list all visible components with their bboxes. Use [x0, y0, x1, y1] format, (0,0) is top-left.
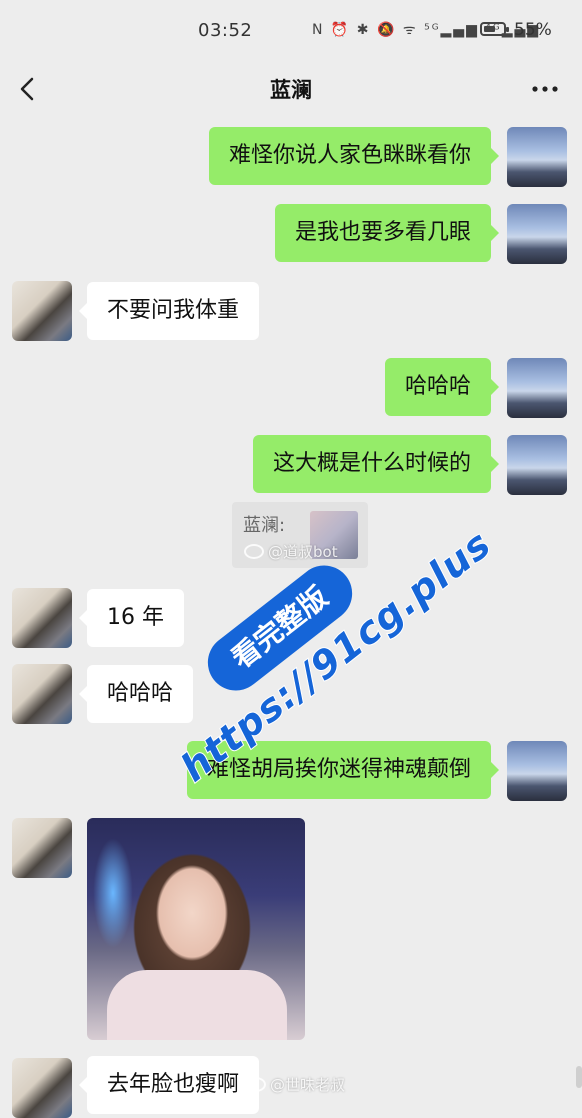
message-bubble-received[interactable]: 不要问我体重	[78, 282, 260, 340]
message-bubble-sent[interactable]: 是我也要多看几眼	[274, 204, 500, 262]
quote-sender: 蓝澜:	[243, 515, 286, 536]
contact-avatar[interactable]	[12, 281, 72, 341]
my-avatar[interactable]	[507, 204, 567, 264]
battery-icon	[480, 22, 509, 36]
message-bubble-sent[interactable]: 哈哈哈	[384, 358, 500, 416]
chat-header: 蓝澜	[0, 62, 582, 116]
message-bubble-sent[interactable]: 这大概是什么时候的	[252, 435, 500, 493]
message-bubble-received[interactable]: 16 年	[79, 589, 184, 647]
photo-light	[93, 838, 133, 948]
my-avatar[interactable]	[507, 127, 567, 187]
status-time: 03:52	[198, 20, 253, 41]
message-bubble-sent[interactable]: 难怪你说人家色眯眯看你	[208, 127, 500, 185]
chat-title: 蓝澜	[270, 78, 312, 102]
my-avatar[interactable]	[507, 435, 567, 495]
message-bubble-received[interactable]: 哈哈哈	[78, 665, 194, 723]
weibo-icon	[246, 1077, 266, 1092]
contact-avatar[interactable]	[12, 1058, 72, 1118]
status-bar: 03:52 N ⏰ ✱ 🔕 ᯤ ⁵ᴳ▂▄▆ ⁴ᴳ▂▄▆ 55%	[0, 0, 582, 62]
my-avatar[interactable]	[507, 358, 567, 418]
weibo-handle: @世味老叔	[270, 1076, 346, 1094]
contact-avatar[interactable]	[12, 818, 72, 878]
my-avatar[interactable]	[507, 741, 567, 801]
photo-dress	[107, 970, 287, 1040]
battery-level: 55%	[514, 20, 552, 40]
scrollbar[interactable]	[576, 1066, 582, 1088]
contact-avatar[interactable]	[12, 664, 72, 724]
weibo-icon	[244, 544, 264, 559]
message-bubble-received[interactable]: 去年脸也瘦啊	[78, 1056, 260, 1114]
more-options-icon[interactable]	[528, 74, 562, 104]
image-message[interactable]	[87, 818, 305, 1040]
contact-avatar[interactable]	[12, 588, 72, 648]
weibo-watermark: @世味老叔	[246, 1074, 345, 1095]
